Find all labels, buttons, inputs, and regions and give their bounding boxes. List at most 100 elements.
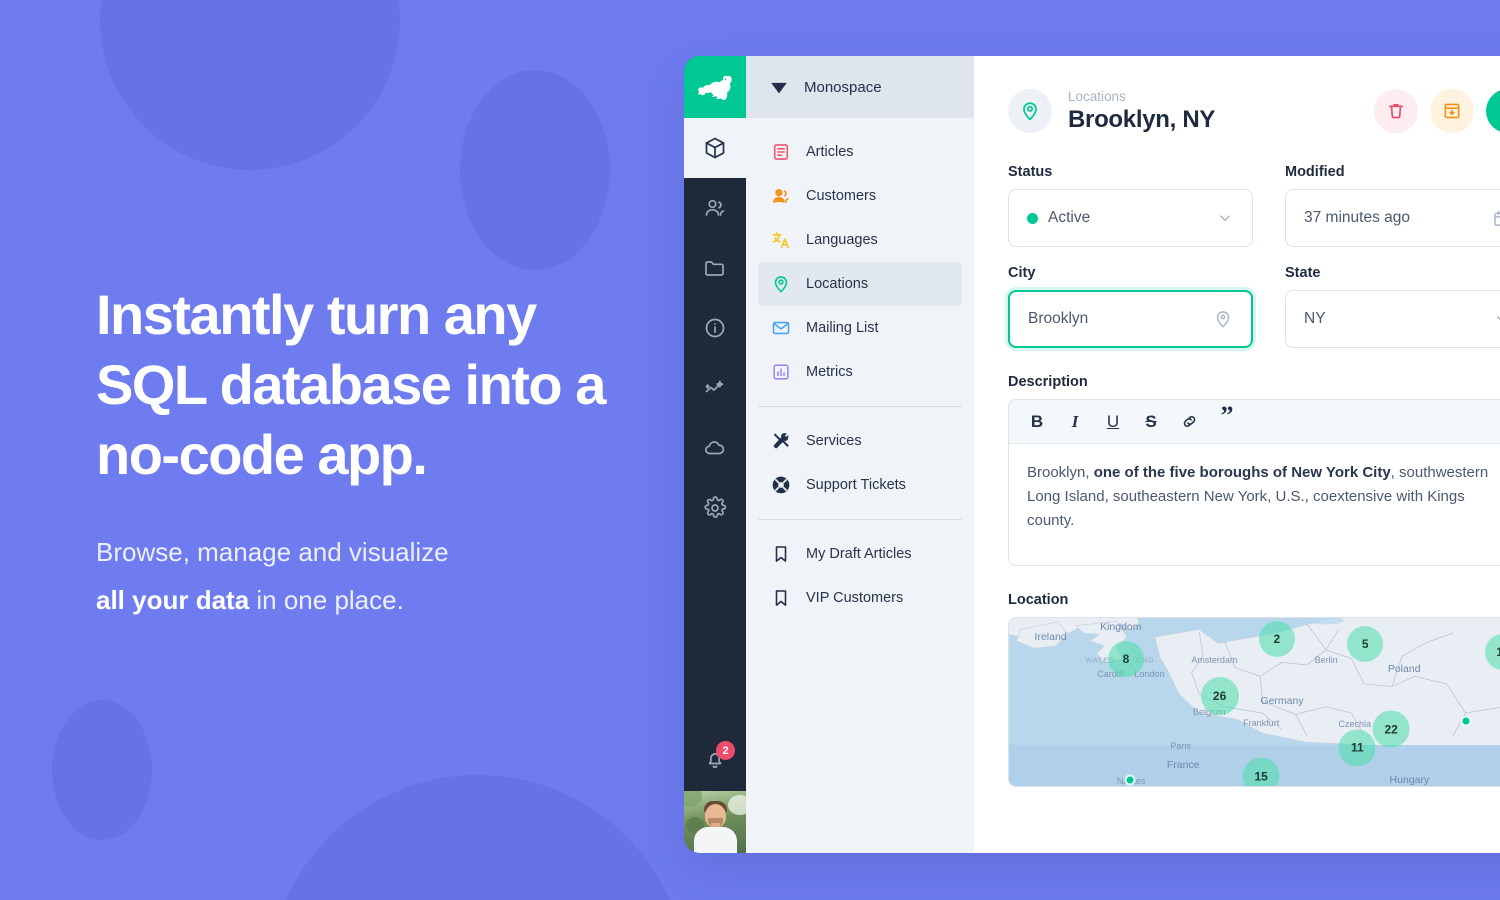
map-label: Poland xyxy=(1387,662,1421,675)
avatar[interactable] xyxy=(684,791,746,853)
sidebar-item-my-draft-articles[interactable]: My Draft Articles xyxy=(758,532,962,576)
sidebar-item-locations[interactable]: Locations xyxy=(758,262,962,306)
record-detail-pane: Locations Brooklyn, NY Status Active Mod… xyxy=(974,56,1500,853)
record-titles: Locations Brooklyn, NY xyxy=(1068,88,1215,134)
notifications-button[interactable]: 2 xyxy=(684,729,746,791)
sidebar-item-vip-customers[interactable]: VIP Customers xyxy=(758,576,962,620)
rail-item-files[interactable] xyxy=(684,238,746,298)
sidebar-item-label: My Draft Articles xyxy=(806,546,912,562)
rail-item-cloud[interactable] xyxy=(684,418,746,478)
gear-icon xyxy=(704,496,727,519)
field-city: City Brooklyn xyxy=(1008,265,1253,349)
sidebar-item-label: Customers xyxy=(806,188,877,204)
map-cluster[interactable]: 8 xyxy=(1108,640,1144,677)
italic-button[interactable]: I xyxy=(1059,406,1091,438)
nav-divider xyxy=(758,406,962,407)
underline-button[interactable]: U xyxy=(1097,406,1129,438)
sidebar-item-metrics[interactable]: Metrics xyxy=(758,350,962,394)
sidebar-item-support-tickets[interactable]: Support Tickets xyxy=(758,463,962,507)
mail-icon xyxy=(770,317,792,339)
archive-button[interactable] xyxy=(1430,89,1474,134)
description-part-1: Brooklyn, xyxy=(1027,464,1094,482)
state-select[interactable]: NY xyxy=(1285,290,1500,349)
breadcrumb: Locations xyxy=(1068,89,1126,104)
map-pin[interactable] xyxy=(1124,774,1136,786)
rail-item-analytics[interactable] xyxy=(684,358,746,418)
sidebar-item-mailing-list[interactable]: Mailing List xyxy=(758,306,962,350)
nav-panel: Monospace Articles Customers Languages L… xyxy=(746,56,974,853)
rail-item-info[interactable] xyxy=(684,298,746,358)
cube-icon xyxy=(705,137,725,159)
modified-date-input[interactable]: 37 minutes ago xyxy=(1285,189,1500,248)
map-pin[interactable] xyxy=(1460,715,1472,727)
workspace-switcher[interactable]: Monospace xyxy=(746,56,974,118)
record-avatar xyxy=(1008,89,1052,134)
app-window: 2 Monospace Articles Customers Languages… xyxy=(684,56,1500,853)
status-value: Active xyxy=(1048,209,1091,227)
decorative-circle xyxy=(268,775,688,900)
decorative-circle xyxy=(100,0,400,170)
save-button[interactable] xyxy=(1486,89,1500,134)
notification-badge: 2 xyxy=(716,741,735,760)
sidebar-item-label: Languages xyxy=(806,232,878,248)
field-status: Status Active xyxy=(1008,164,1253,248)
modified-value: 37 minutes ago xyxy=(1304,209,1410,227)
record-actions xyxy=(1374,89,1500,134)
map-label: Czechia xyxy=(1338,719,1372,730)
description-label: Description xyxy=(1008,374,1088,391)
sidebar-item-services[interactable]: Services xyxy=(758,419,962,463)
map-cluster[interactable]: 5 xyxy=(1347,625,1384,662)
hero-subtitle: Browse, manage and visualize all your da… xyxy=(96,528,656,624)
map-cluster[interactable]: 2 xyxy=(1258,620,1295,657)
rail-item-workspace[interactable] xyxy=(684,118,746,178)
description-textarea[interactable]: Brooklyn, one of the five boroughs of Ne… xyxy=(1009,444,1500,566)
link-icon xyxy=(1183,416,1195,428)
icon-rail: 2 xyxy=(684,56,746,853)
workspace-logo-icon xyxy=(771,82,787,94)
bookmark-icon xyxy=(770,587,792,609)
chevron-down-icon xyxy=(1216,209,1234,227)
sidebar-item-label: Services xyxy=(806,433,862,449)
strikethrough-button[interactable]: S xyxy=(1135,406,1167,438)
map-label: Hungary xyxy=(1389,773,1430,786)
hero-copy: Instantly turn any SQL database into a n… xyxy=(96,280,656,624)
pin-icon[interactable] xyxy=(1213,309,1233,329)
folder-icon xyxy=(705,261,724,276)
sidebar-item-articles[interactable]: Articles xyxy=(758,130,962,174)
rail-items xyxy=(684,118,746,538)
avatar-shirt xyxy=(694,827,737,853)
bookmark-icon xyxy=(770,543,792,565)
map-label: Frankfurt xyxy=(1243,717,1280,728)
users-icon xyxy=(770,185,792,207)
status-select[interactable]: Active xyxy=(1008,189,1253,248)
delete-button[interactable] xyxy=(1374,89,1418,134)
location-label: Location xyxy=(1008,592,1069,609)
map-cluster[interactable]: 11 xyxy=(1338,729,1376,767)
map-label: Paris xyxy=(1170,741,1191,752)
location-map[interactable]: Kingdom Ireland WALES ENG. Cardiff Londo… xyxy=(1008,617,1500,788)
document-icon xyxy=(770,141,792,163)
map-cluster[interactable]: 26 xyxy=(1200,676,1239,715)
map-label: Ireland xyxy=(1034,630,1067,643)
description-editor: B I U S ” Brooklyn, one of the five boro… xyxy=(1008,399,1500,567)
field-state: State NY xyxy=(1285,265,1500,349)
sidebar-item-customers[interactable]: Customers xyxy=(758,174,962,218)
field-label: Status xyxy=(1008,164,1053,181)
link-button[interactable] xyxy=(1173,406,1205,438)
analytics-icon xyxy=(705,380,724,393)
map-label: Kingdom xyxy=(1100,620,1142,633)
map-cluster[interactable]: 22 xyxy=(1372,710,1410,748)
field-label: City xyxy=(1008,265,1036,282)
rail-item-people[interactable] xyxy=(684,178,746,238)
sidebar-item-languages[interactable]: Languages xyxy=(758,218,962,262)
hare-logo-icon[interactable] xyxy=(684,56,746,118)
bold-button[interactable]: B xyxy=(1021,406,1053,438)
record-form: Status Active Modified 37 minutes ago Ci… xyxy=(1008,164,1500,349)
quote-button[interactable]: ” xyxy=(1211,402,1243,438)
rail-item-settings[interactable] xyxy=(684,478,746,538)
map-cluster[interactable]: 15 xyxy=(1242,757,1280,787)
city-input[interactable]: Brooklyn xyxy=(1008,290,1253,349)
decorative-circle xyxy=(460,70,610,270)
description-text: Brooklyn, one of the five boroughs of Ne… xyxy=(1027,461,1500,533)
subtitle-rest: in one place. xyxy=(249,585,404,615)
